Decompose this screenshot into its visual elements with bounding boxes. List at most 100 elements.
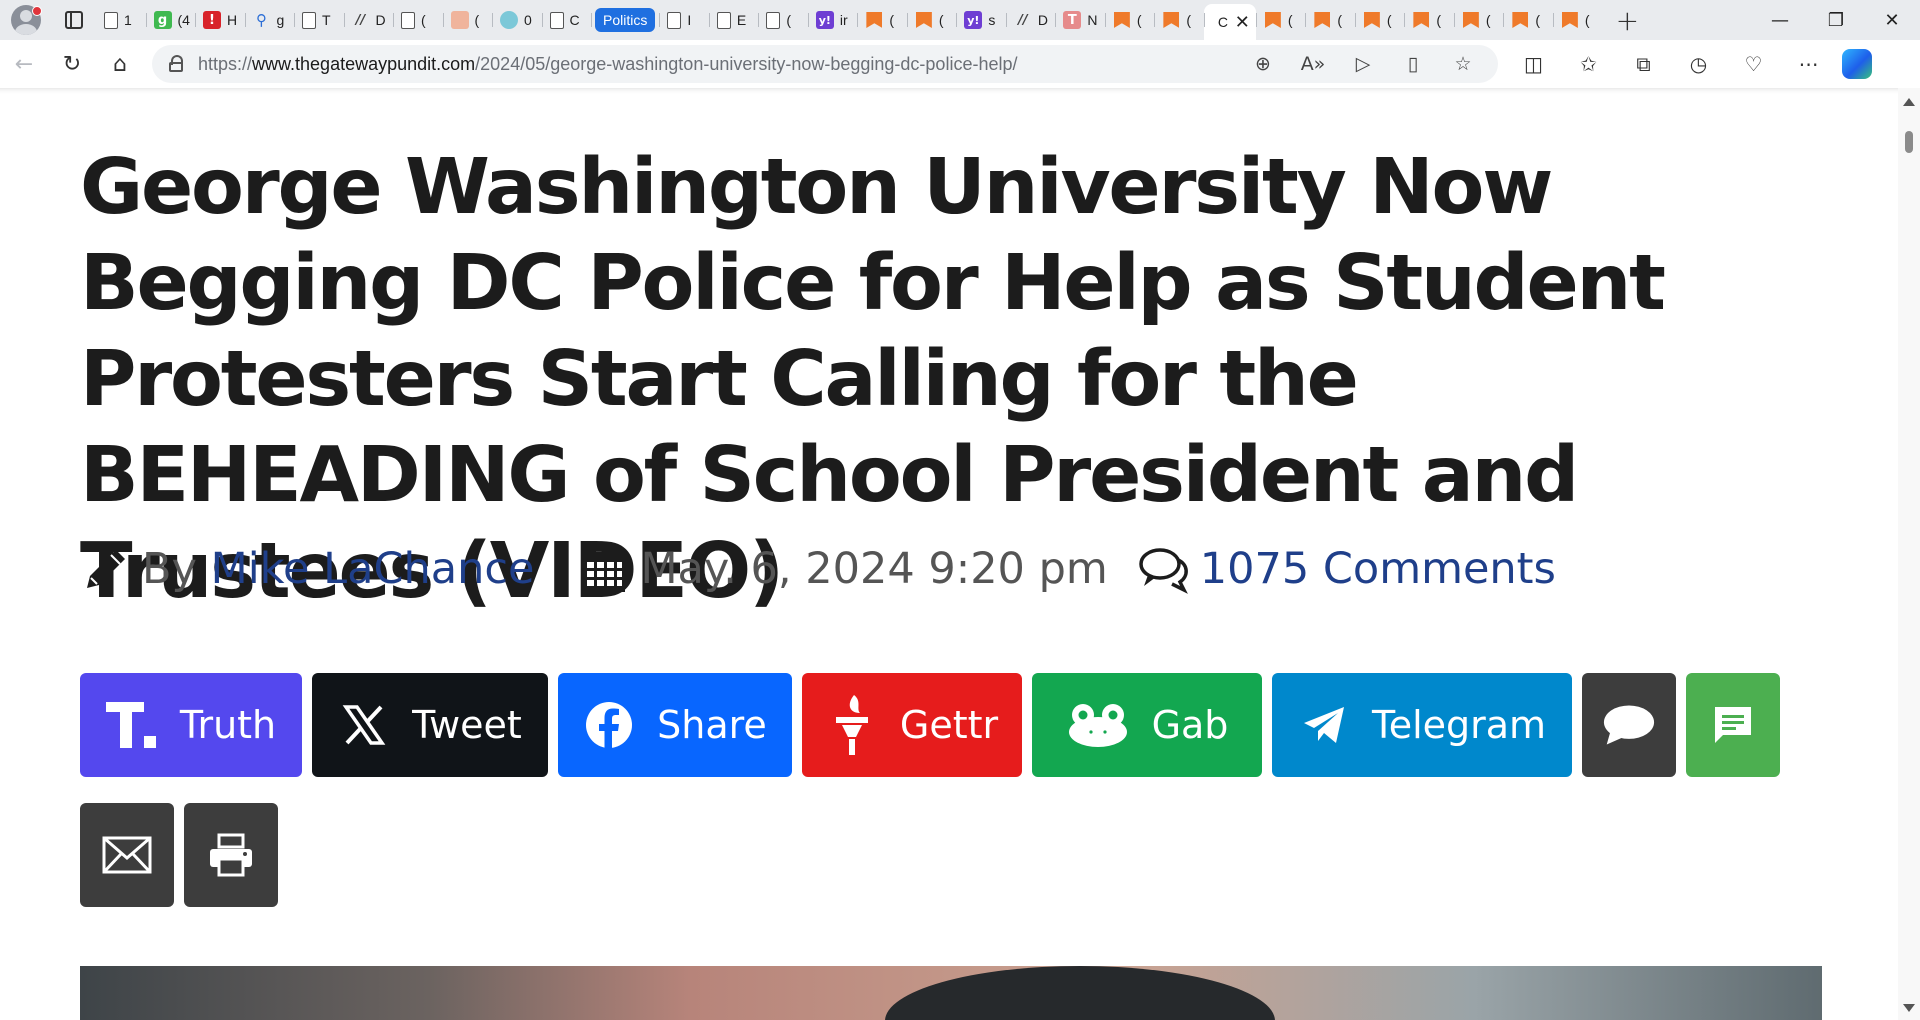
tab[interactable]: y! s [956, 4, 1006, 36]
tab-active[interactable]: C ✕ [1203, 4, 1256, 40]
tab-title: ( [1287, 12, 1293, 28]
close-tab-icon[interactable]: ✕ [1235, 12, 1250, 33]
history-icon[interactable]: ◷ [1671, 40, 1726, 88]
gab-share-button[interactable]: Gab [1032, 673, 1262, 777]
email-share-button[interactable] [80, 803, 174, 907]
x-share-button[interactable]: Tweet [312, 673, 548, 777]
scroll-thumb[interactable] [1905, 131, 1913, 153]
tab-title: ( [889, 12, 895, 28]
tab[interactable]: ( [758, 4, 808, 36]
video-icon[interactable]: ▷ [1338, 53, 1388, 75]
tab[interactable]: ( [1453, 4, 1504, 36]
close-window-icon[interactable]: ✕ [1864, 0, 1920, 40]
tab[interactable]: ( [1154, 4, 1204, 36]
tab[interactable]: // D [1005, 4, 1056, 36]
email-icon [101, 829, 153, 881]
split-screen-icon[interactable]: ◫ [1506, 40, 1561, 88]
bookmark-icon [865, 11, 883, 29]
scroll-down-icon[interactable] [1903, 1004, 1915, 1012]
calendar-icon [578, 543, 630, 595]
comments-link[interactable]: 1075 Comments [1200, 544, 1556, 594]
sms-share-button[interactable] [1686, 673, 1780, 777]
favorites-icon[interactable]: ✩ [1561, 40, 1616, 88]
home-button[interactable]: ⌂ [96, 40, 144, 88]
collections-icon[interactable]: ⧉ [1616, 40, 1671, 88]
telegram-share-button[interactable]: Telegram [1272, 673, 1572, 777]
lock-icon[interactable] [168, 55, 184, 73]
tab[interactable]: I [659, 4, 709, 36]
tab[interactable]: E [708, 4, 759, 36]
bookmark-icon [1313, 11, 1331, 29]
bookmark-icon [1162, 11, 1180, 29]
copilot-icon[interactable] [1842, 49, 1872, 79]
comments-icon[interactable] [1138, 543, 1190, 595]
tab[interactable]: C [541, 4, 592, 36]
tab-title: ( [1436, 12, 1442, 28]
tab[interactable]: ( [857, 4, 907, 36]
tab-actions-button[interactable] [52, 0, 96, 40]
new-tab-button[interactable]: + [1602, 0, 1652, 40]
tab-list: 1 g (4 ! H ⚲ g T //D ( ( 0 C Politics I E (… [96, 0, 1602, 40]
tab-title: 0 [524, 12, 532, 28]
address-bar[interactable]: https://www.thegatewaypundit.com/2024/05… [152, 45, 1498, 83]
tab[interactable]: ! H [195, 4, 245, 36]
tab[interactable]: ( [1255, 4, 1306, 36]
url-path: /2024/05/george-washington-university-no… [475, 53, 1018, 74]
comment-share-button[interactable] [1582, 673, 1676, 777]
bookmark-icon [915, 11, 933, 29]
tab-title: ( [1136, 12, 1142, 28]
yahoo-icon: y! [964, 11, 983, 29]
tab[interactable]: ( [1404, 4, 1454, 36]
tab-strip: 1 g (4 ! H ⚲ g T //D ( ( 0 C Politics I E (… [0, 0, 1920, 40]
tab[interactable]: // D [343, 4, 394, 36]
tab[interactable]: TN [1055, 4, 1105, 36]
tab-title: ( [938, 12, 944, 28]
profile-button[interactable] [0, 0, 52, 40]
tab[interactable]: y! ir [807, 4, 858, 36]
restore-icon[interactable]: ❐ [1808, 0, 1864, 40]
facebook-share-button[interactable]: Share [558, 673, 792, 777]
tab[interactable]: ( [1104, 4, 1155, 36]
tab[interactable]: g (4 [145, 4, 196, 36]
tab[interactable]: ( [1305, 4, 1355, 36]
red-icon: ! [203, 11, 221, 29]
tab[interactable]: ( [1552, 4, 1603, 36]
tab-title: 1 [124, 12, 132, 28]
scroll-up-icon[interactable] [1903, 98, 1915, 106]
tab[interactable]: T [294, 4, 344, 36]
truth-share-button[interactable]: Truth [80, 673, 302, 777]
browser-essentials-icon[interactable]: ♡ [1726, 40, 1781, 88]
page-scrollbar[interactable] [1898, 88, 1920, 1020]
minimize-icon[interactable]: — [1752, 0, 1808, 40]
tab[interactable]: ( [1354, 4, 1405, 36]
tab[interactable]: ( [906, 4, 957, 36]
slash-icon: // [355, 12, 366, 28]
author-link[interactable]: Mike LaChance [211, 544, 535, 594]
back-button[interactable]: ← [0, 40, 48, 88]
tab-group-politics[interactable]: Politics [591, 4, 659, 36]
read-aloud-icon[interactable]: A» [1288, 53, 1338, 75]
url-text[interactable]: https://www.thegatewaypundit.com/2024/05… [198, 54, 1017, 75]
gettr-share-button[interactable]: Gettr [802, 673, 1022, 777]
more-menu-icon[interactable]: ⋯ [1781, 40, 1836, 88]
tab-title: ( [421, 12, 426, 28]
zoom-icon[interactable]: ⊕ [1238, 53, 1288, 75]
yahoo-icon: y! [815, 11, 834, 29]
tab[interactable]: ⚲ g [244, 4, 295, 36]
favorite-star-icon[interactable]: ☆ [1438, 53, 1488, 75]
tab[interactable]: ( [1503, 4, 1553, 36]
tab-title: I [687, 12, 692, 28]
url-scheme: https:// [198, 53, 253, 74]
tab[interactable]: ( [393, 4, 443, 36]
tab[interactable]: 0 [492, 4, 542, 36]
tab[interactable]: 1 [96, 4, 146, 36]
tab-title: N [1087, 12, 1098, 28]
tab[interactable]: ( [442, 4, 493, 36]
pinkT-icon: T [1063, 11, 1082, 29]
bookmark-icon [1113, 11, 1131, 29]
doc-icon [667, 11, 682, 29]
print-button[interactable] [184, 803, 278, 907]
immersive-reader-icon[interactable]: ▯ [1388, 53, 1438, 75]
telegram-icon [1298, 699, 1350, 751]
refresh-button[interactable]: ↻ [48, 40, 96, 88]
